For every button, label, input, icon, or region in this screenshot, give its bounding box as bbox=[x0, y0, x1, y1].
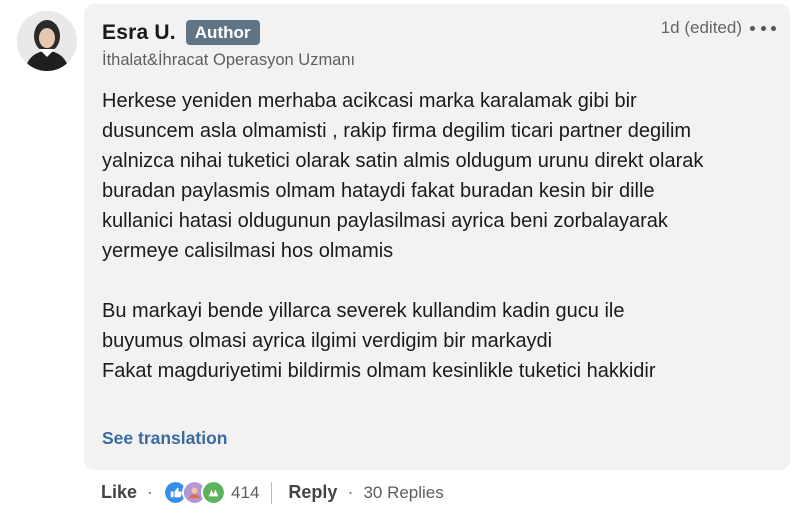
comment-actions: Like · 414 Reply · 30 Replies bbox=[101, 480, 444, 505]
reactions-summary[interactable]: 414 bbox=[163, 480, 259, 505]
like-button[interactable]: Like bbox=[101, 482, 137, 503]
reply-button[interactable]: Reply bbox=[288, 482, 337, 503]
author-name[interactable]: Esra U. bbox=[102, 21, 176, 45]
comment-container: Esra U. Author İthalat&İhracat Operasyon… bbox=[84, 4, 790, 470]
avatar-photo bbox=[17, 11, 77, 71]
timestamp: 1d (edited) bbox=[660, 18, 742, 37]
reaction-count: 414 bbox=[231, 482, 260, 502]
see-translation-link[interactable]: See translation bbox=[102, 428, 227, 449]
separator-dot: · bbox=[347, 482, 354, 502]
avatar[interactable] bbox=[17, 11, 77, 71]
replies-count-link[interactable]: 30 Replies bbox=[363, 483, 443, 503]
comment-meta: 1d (edited) bbox=[661, 18, 776, 38]
more-options-icon[interactable] bbox=[750, 18, 776, 38]
action-divider bbox=[271, 481, 273, 504]
celebrate-reaction-icon bbox=[201, 480, 227, 505]
author-badge: Author bbox=[185, 20, 260, 45]
comment-text: Herkese yeniden merhaba acikcasi marka k… bbox=[102, 90, 704, 382]
author-row: Esra U. Author bbox=[102, 20, 260, 45]
author-headline: İthalat&İhracat Operasyon Uzmanı bbox=[102, 51, 356, 69]
separator-dot: · bbox=[147, 482, 154, 502]
